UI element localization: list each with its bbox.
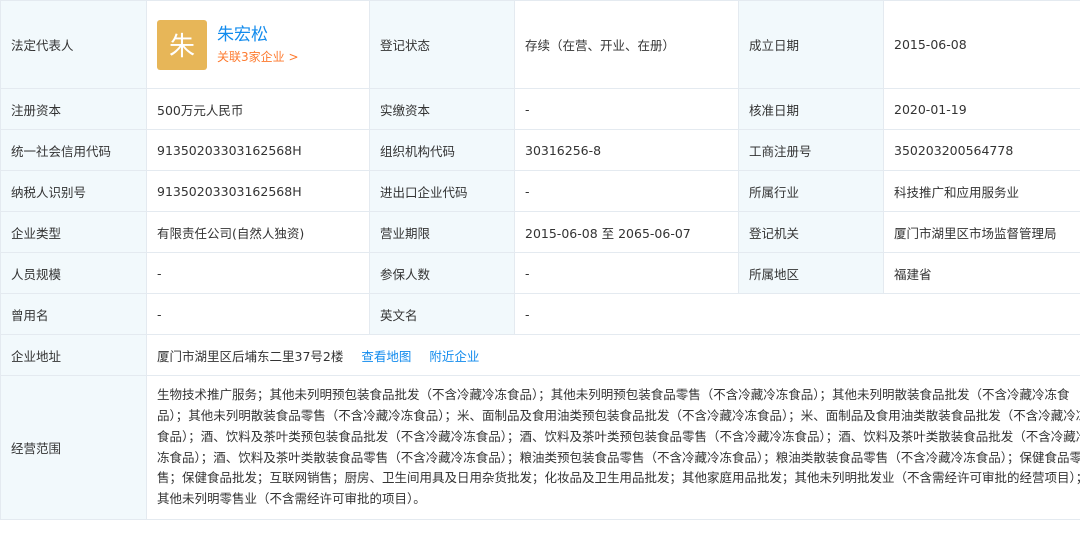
legal-rep-label: 法定代表人 xyxy=(0,0,147,89)
taxpayer-id-value: 91350203303162568H xyxy=(146,170,370,212)
staff-size-label: 人员规模 xyxy=(0,252,147,294)
scope-label: 经营范围 xyxy=(0,375,147,520)
credit-code-label: 统一社会信用代码 xyxy=(0,129,147,171)
address-cell: 厦门市湖里区后埔东二里37号2楼 查看地图 附近企业 xyxy=(146,334,1080,376)
legal-rep-name-link[interactable]: 朱宏松 xyxy=(217,24,299,46)
org-code-value: 30316256-8 xyxy=(514,129,739,171)
table-row: 人员规模 - 参保人数 - 所属地区 福建省 xyxy=(0,252,1080,294)
table-row: 统一社会信用代码 91350203303162568H 组织机构代码 30316… xyxy=(0,129,1080,171)
company-type-label: 企业类型 xyxy=(0,211,147,253)
reg-status-label: 登记状态 xyxy=(369,0,515,89)
address-label: 企业地址 xyxy=(0,334,147,376)
former-name-value: - xyxy=(146,293,370,335)
paid-capital-value: - xyxy=(514,88,739,130)
taxpayer-id-label: 纳税人识别号 xyxy=(0,170,147,212)
staff-size-value: - xyxy=(146,252,370,294)
company-info-table: 法定代表人 朱 朱宏松 关联3家企业 > 登记状态 存续（在营、开业、在册） 成… xyxy=(0,0,1080,520)
biz-term-label: 营业期限 xyxy=(369,211,515,253)
approve-date-value: 2020-01-19 xyxy=(883,88,1080,130)
approve-date-label: 核准日期 xyxy=(738,88,884,130)
region-label: 所属地区 xyxy=(738,252,884,294)
related-companies-link[interactable]: 关联3家企业 > xyxy=(217,48,299,65)
reg-capital-value: 500万元人民币 xyxy=(146,88,370,130)
former-name-label: 曾用名 xyxy=(0,293,147,335)
business-scope-value: 生物技术推广服务；其他未列明预包装食品批发（不含冷藏冷冻食品）；其他未列明预包装… xyxy=(146,375,1080,520)
english-name-label: 英文名 xyxy=(369,293,515,335)
reg-capital-label: 注册资本 xyxy=(0,88,147,130)
table-row: 曾用名 - 英文名 - xyxy=(0,293,1080,335)
insured-label: 参保人数 xyxy=(369,252,515,294)
company-type-value: 有限责任公司(自然人独资) xyxy=(146,211,370,253)
industry-value: 科技推广和应用服务业 xyxy=(883,170,1080,212)
table-row: 法定代表人 朱 朱宏松 关联3家企业 > 登记状态 存续（在营、开业、在册） 成… xyxy=(0,0,1080,89)
industry-label: 所属行业 xyxy=(738,170,884,212)
nearby-companies-link[interactable]: 附近企业 xyxy=(429,349,479,364)
import-export-label: 进出口企业代码 xyxy=(369,170,515,212)
reg-authority-label: 登记机关 xyxy=(738,211,884,253)
address-value: 厦门市湖里区后埔东二里37号2楼 xyxy=(157,348,344,364)
credit-code-value: 91350203303162568H xyxy=(146,129,370,171)
insured-value: - xyxy=(514,252,739,294)
est-date-value: 2015-06-08 xyxy=(883,0,1080,89)
org-code-label: 组织机构代码 xyxy=(369,129,515,171)
legal-rep-avatar[interactable]: 朱 xyxy=(157,19,207,70)
legal-rep-cell: 朱 朱宏松 关联3家企业 > xyxy=(146,0,370,89)
english-name-value: - xyxy=(514,293,1080,335)
biz-reg-no-value: 350203200564778 xyxy=(883,129,1080,171)
table-row: 经营范围 生物技术推广服务；其他未列明预包装食品批发（不含冷藏冷冻食品）；其他未… xyxy=(0,375,1080,520)
table-row: 纳税人识别号 91350203303162568H 进出口企业代码 - 所属行业… xyxy=(0,170,1080,212)
paid-capital-label: 实缴资本 xyxy=(369,88,515,130)
import-export-value: - xyxy=(514,170,739,212)
view-map-link[interactable]: 查看地图 xyxy=(361,349,411,364)
table-row: 企业类型 有限责任公司(自然人独资) 营业期限 2015-06-08 至 206… xyxy=(0,211,1080,253)
biz-term-value: 2015-06-08 至 2065-06-07 xyxy=(514,211,739,253)
table-row: 企业地址 厦门市湖里区后埔东二里37号2楼 查看地图 附近企业 xyxy=(0,334,1080,376)
biz-reg-no-label: 工商注册号 xyxy=(738,129,884,171)
table-row: 注册资本 500万元人民币 实缴资本 - 核准日期 2020-01-19 xyxy=(0,88,1080,130)
reg-authority-value: 厦门市湖里区市场监督管理局 xyxy=(883,211,1080,253)
est-date-label: 成立日期 xyxy=(738,0,884,89)
region-value: 福建省 xyxy=(883,252,1080,294)
reg-status-value: 存续（在营、开业、在册） xyxy=(514,0,739,89)
